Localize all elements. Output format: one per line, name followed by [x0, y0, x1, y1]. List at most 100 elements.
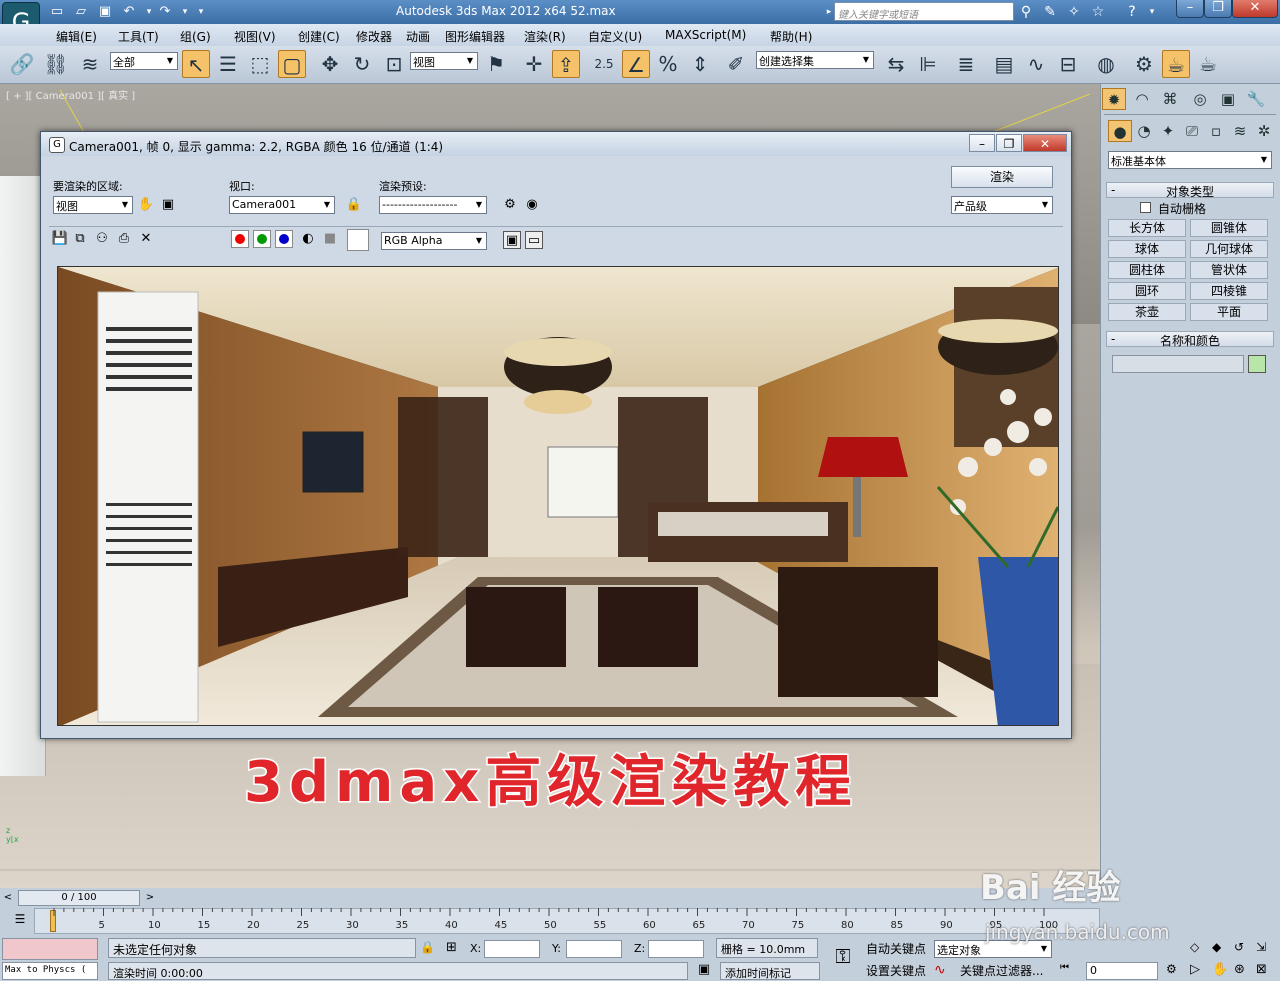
unlink-icon[interactable]: ⛓ — [42, 50, 70, 78]
clone-window-icon[interactable]: ⚇ — [93, 230, 111, 248]
object-type-rollout-header[interactable]: - 对象类型 — [1106, 182, 1274, 199]
walk-through-icon[interactable]: ◆ — [1212, 940, 1228, 958]
alpha-channel-icon[interactable]: ◐ — [299, 230, 317, 248]
quick-access-menu-icon[interactable]: ▾ — [192, 3, 210, 21]
pivot-center-icon[interactable]: ⚑ — [482, 50, 510, 78]
menu-tools[interactable]: 工具(T) — [118, 28, 159, 45]
render-setup-icon[interactable]: ⚙ — [1130, 50, 1158, 78]
auto-key-button[interactable]: 自动关键点 — [866, 940, 926, 957]
geosphere-button[interactable]: 几何球体 — [1190, 240, 1268, 258]
menu-views[interactable]: 视图(V) — [234, 28, 276, 45]
cameras-icon[interactable]: ⎚ — [1180, 120, 1204, 142]
helpers-icon[interactable]: ▫ — [1204, 120, 1228, 142]
window-crossing-icon[interactable]: ▢ — [278, 50, 306, 78]
viewport-label[interactable]: [ + ][ Camera001 ][ 真实 ] — [6, 87, 135, 102]
schematic-view-icon[interactable]: ⊟ — [1054, 50, 1082, 78]
blue-channel-toggle[interactable] — [275, 230, 293, 248]
render-production-icon[interactable]: ☕ — [1194, 50, 1222, 78]
named-selection-sets-dropdown[interactable]: 创建选择集 ▼ — [756, 51, 874, 69]
red-channel-toggle[interactable] — [231, 230, 249, 248]
reference-coordinate-dropdown[interactable]: 视图 ▼ — [410, 52, 478, 70]
clear-image-icon[interactable]: ✕ — [137, 230, 155, 248]
maxscript-output-field[interactable]: Max to Physcs ( — [2, 962, 98, 980]
object-name-input[interactable] — [1112, 355, 1244, 373]
select-and-link-icon[interactable]: 🔗 — [8, 50, 36, 78]
absolute-transform-icon[interactable]: ⊞ — [446, 940, 464, 956]
box-button[interactable]: 长方体 — [1108, 219, 1186, 237]
pan-view-icon[interactable]: ✋ — [1212, 962, 1228, 980]
new-file-icon[interactable]: ▭ — [48, 3, 66, 21]
rendered-frame-window-icon[interactable]: ☕ — [1162, 50, 1190, 78]
menu-group[interactable]: 组(G) — [180, 28, 211, 45]
minimize-window-button[interactable]: – — [1176, 0, 1204, 18]
torus-button[interactable]: 圆环 — [1108, 282, 1186, 300]
menu-animation[interactable]: 动画 — [406, 28, 430, 45]
binoculars-icon[interactable]: ⚲ — [1016, 3, 1036, 21]
save-image-icon[interactable]: 💾 — [51, 230, 69, 248]
undo-icon[interactable]: ↶ — [120, 3, 138, 21]
select-manipulate-icon[interactable]: ✛ — [520, 50, 548, 78]
dialog-close-button[interactable]: ✕ — [1023, 134, 1067, 152]
lights-icon[interactable]: ✦ — [1156, 120, 1180, 142]
maxscript-mini-listener[interactable] — [2, 938, 98, 960]
time-slider[interactable]: 0 / 100 — [18, 890, 140, 906]
render-preset-dropdown[interactable]: ------------------- ▼ — [379, 196, 487, 214]
modify-tab-icon[interactable]: ◠ — [1130, 88, 1154, 110]
primitive-category-dropdown[interactable]: 标准基本体 ▼ — [1108, 151, 1272, 169]
align-icon[interactable]: ⊫ — [914, 50, 942, 78]
time-configuration-icon[interactable]: ⚙ — [1166, 962, 1182, 980]
select-object-icon[interactable]: ↖ — [182, 50, 210, 78]
redo-icon[interactable]: ↷ — [156, 3, 174, 21]
save-file-icon[interactable]: ▣ — [96, 3, 114, 21]
render-button[interactable]: 渲染 — [951, 166, 1053, 188]
systems-icon[interactable]: ✲ — [1252, 120, 1276, 142]
motion-tab-icon[interactable]: ◎ — [1188, 88, 1212, 110]
add-time-tag-button[interactable]: 添加时间标记 — [720, 962, 820, 980]
viewport-select-dropdown[interactable]: Camera001 ▼ — [229, 196, 335, 214]
set-key-icon[interactable]: ⚿ — [826, 944, 860, 974]
edit-region-icon[interactable]: ✋ — [137, 196, 155, 214]
help-dropdown-icon[interactable]: ▾ — [1142, 3, 1162, 21]
environment-effects-icon[interactable]: ◉ — [523, 196, 541, 214]
search-input[interactable]: 键入关键字或短语 — [834, 2, 1014, 21]
curve-editor-icon[interactable]: ∿ — [1022, 50, 1050, 78]
pyramid-button[interactable]: 四棱锥 — [1190, 282, 1268, 300]
subscription-icon[interactable]: ✧ — [1064, 3, 1084, 21]
autogrid-checkbox[interactable] — [1140, 202, 1151, 213]
percent-snap-icon[interactable]: % — [654, 50, 682, 78]
menu-modifiers[interactable]: 修改器 — [356, 28, 392, 45]
graphite-ribbon-icon[interactable]: ▤ — [990, 50, 1018, 78]
select-and-move-icon[interactable]: ✥ — [316, 50, 344, 78]
z-coordinate-input[interactable] — [648, 940, 704, 958]
spinner-snap-icon[interactable]: ⇕ — [686, 50, 714, 78]
current-frame-input[interactable]: 0 — [1086, 962, 1158, 980]
menu-maxscript[interactable]: MAXScript(M) — [665, 28, 746, 42]
bind-space-warp-icon[interactable]: ≋ — [76, 50, 104, 78]
plane-button[interactable]: 平面 — [1190, 303, 1268, 321]
orbit-icon[interactable]: ⊛ — [1234, 962, 1250, 980]
menu-help[interactable]: 帮助(H) — [770, 28, 812, 45]
track-bar-toggle-icon[interactable]: ☰ — [10, 912, 30, 930]
help-icon[interactable]: ? — [1122, 3, 1142, 21]
open-file-icon[interactable]: ▱ — [72, 3, 90, 21]
render-setup-icon[interactable]: ⚙ — [501, 196, 519, 214]
selection-filter-dropdown[interactable]: 全部 ▼ — [110, 52, 178, 70]
toggle-ui-overlay-icon[interactable]: ▣ — [503, 231, 521, 249]
material-editor-icon[interactable]: ◍ — [1092, 50, 1120, 78]
time-tag-icon[interactable]: ▣ — [694, 962, 714, 980]
roll-camera-icon[interactable]: ↺ — [1234, 940, 1250, 958]
select-and-rotate-icon[interactable]: ↻ — [348, 50, 376, 78]
mirror-icon[interactable]: ⇆ — [882, 50, 910, 78]
angle-snap-icon[interactable]: ∠ — [622, 50, 650, 78]
key-mode-curve-icon[interactable]: ∿ — [934, 962, 954, 980]
time-slider-prev-icon[interactable]: < — [0, 890, 16, 906]
teapot-button[interactable]: 茶壶 — [1108, 303, 1186, 321]
menu-create[interactable]: 创建(C) — [298, 28, 340, 45]
utilities-tab-icon[interactable]: 🔧 — [1244, 88, 1268, 110]
restore-window-button[interactable]: ❐ — [1204, 0, 1232, 18]
area-to-render-dropdown[interactable]: 视图 ▼ — [53, 196, 133, 214]
keyboard-shortcut-override-icon[interactable]: ⇪ — [552, 50, 580, 78]
toggle-ui-icon[interactable]: ▭ — [525, 231, 543, 249]
space-warps-icon[interactable]: ≋ — [1228, 120, 1252, 142]
key-filters-button[interactable]: 关键点过滤器... — [960, 962, 1043, 979]
